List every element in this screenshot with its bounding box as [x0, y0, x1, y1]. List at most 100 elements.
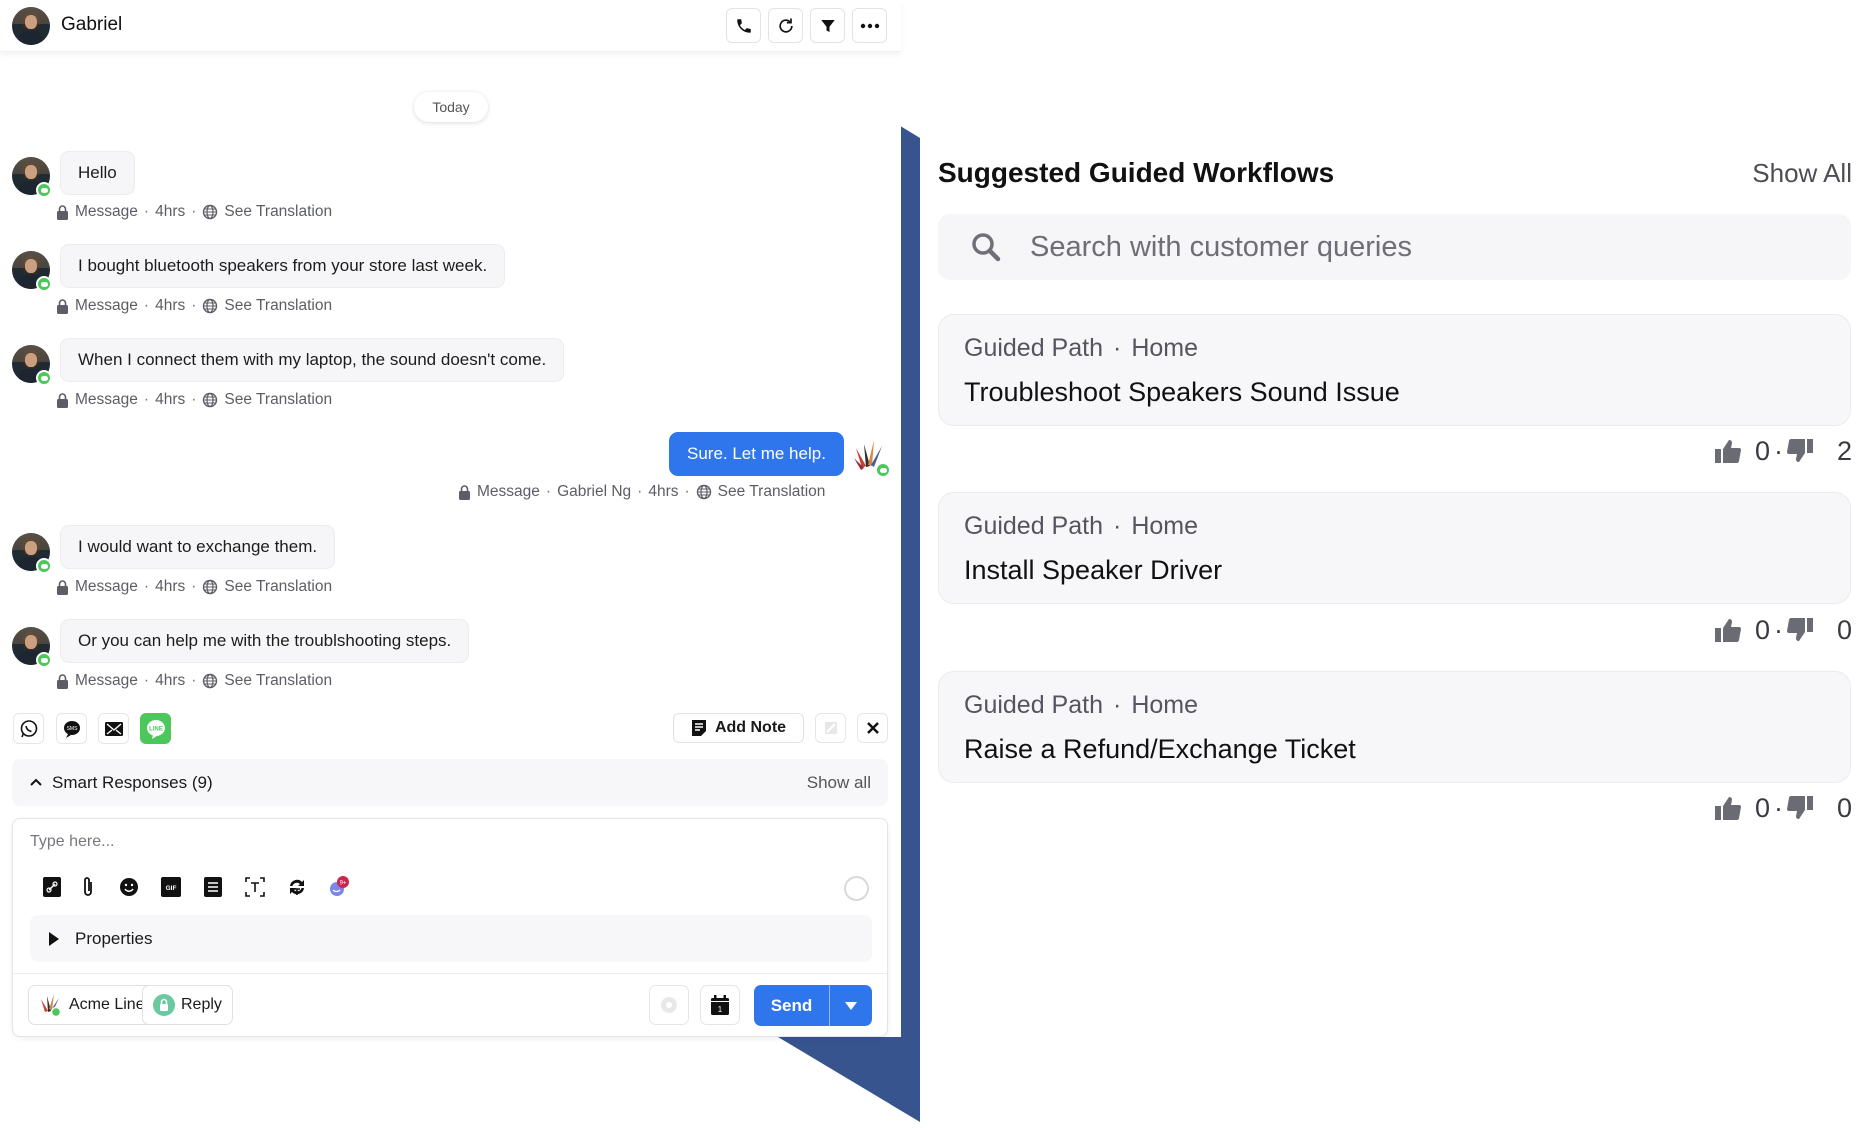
call-button[interactable]	[726, 8, 761, 43]
smart-responses-bar[interactable]: Smart Responses (9) Show all	[12, 759, 888, 806]
eye-icon	[661, 997, 677, 1013]
paperclip-icon	[84, 877, 92, 896]
add-note-button[interactable]: Add Note	[673, 713, 804, 743]
translate-button[interactable]	[285, 875, 309, 899]
text-extract-icon	[245, 877, 265, 897]
see-translation-link[interactable]: See Translation	[224, 391, 332, 409]
thumbs-down-icon[interactable]	[1786, 796, 1813, 820]
globe-icon	[203, 392, 218, 408]
line-icon: LINE	[146, 719, 165, 739]
dislike-count: 0	[1836, 614, 1852, 645]
workflow-type: Guided Path	[964, 691, 1103, 719]
article-icon	[204, 877, 222, 897]
send-button[interactable]: Send	[754, 985, 830, 1026]
brand-logo-icon	[41, 994, 62, 1017]
reply-chip-label: Reply	[181, 996, 222, 1013]
see-translation-link[interactable]: See Translation	[718, 483, 826, 501]
workflow-card[interactable]: Guided Path · Home Troubleshoot Speakers…	[938, 314, 1851, 426]
see-translation-link[interactable]: See Translation	[224, 578, 332, 596]
separator: ·	[1113, 334, 1122, 362]
whatsapp-icon	[20, 719, 37, 737]
translate-icon	[290, 879, 304, 895]
gif-button[interactable]: GIF	[159, 875, 183, 899]
attach-file-button[interactable]	[76, 875, 100, 899]
separator: ·	[637, 483, 643, 500]
svg-text:SMS: SMS	[66, 726, 78, 732]
more-options-button[interactable]	[852, 8, 887, 43]
message-time: 4hrs	[155, 391, 186, 408]
message-input[interactable]	[30, 833, 730, 851]
date-separator: Today	[414, 92, 488, 122]
thumbs-up-icon[interactable]	[1714, 796, 1741, 820]
lock-icon	[57, 579, 68, 595]
see-translation-link[interactable]: See Translation	[224, 203, 332, 221]
line-channel-badge-icon	[36, 558, 52, 574]
loading-indicator	[844, 876, 869, 901]
channel-line-button[interactable]: LINE	[140, 713, 171, 744]
message-time: 4hrs	[648, 483, 679, 500]
svg-text:GIF: GIF	[166, 885, 177, 892]
channel-email-button[interactable]	[98, 713, 129, 744]
refresh-button[interactable]	[768, 8, 803, 43]
message-bubble: Or you can help me with the troublshooti…	[60, 619, 470, 663]
channel-whatsapp-button[interactable]	[13, 713, 44, 744]
insert-link-button[interactable]	[40, 875, 64, 899]
ai-assist-button[interactable]: 9+	[327, 875, 351, 899]
workflows-show-all-link[interactable]: Show All	[1752, 158, 1852, 189]
ai-assist-icon: 9+	[330, 876, 349, 896]
send-options-dropdown[interactable]	[830, 985, 872, 1026]
globe-icon	[696, 484, 711, 500]
workflow-rating: 0 · 0	[1714, 792, 1852, 824]
smart-responses-show-all-link[interactable]: Show all	[807, 773, 871, 793]
like-count: 0	[1754, 614, 1770, 645]
filter-button[interactable]	[810, 8, 845, 43]
lock-icon	[57, 204, 68, 220]
message-meta: Message · Gabriel Ng · 4hrs · See Transl…	[458, 483, 825, 501]
workflow-search-input[interactable]	[1030, 214, 1810, 280]
reply-mode-chip[interactable]: Reply	[142, 985, 233, 1025]
separator: ·	[684, 483, 690, 500]
sms-icon: SMS	[63, 720, 80, 738]
message-type: Message	[75, 203, 138, 220]
lock-icon	[57, 673, 68, 689]
popout-button[interactable]	[815, 713, 846, 743]
workflow-card[interactable]: Guided Path · Home Install Speaker Drive…	[938, 492, 1851, 604]
schedule-button[interactable]: 1	[700, 985, 740, 1025]
workflow-breadcrumb: Guided Path · Home	[964, 334, 1198, 363]
like-count: 0	[1754, 792, 1770, 823]
thumbs-down-icon[interactable]	[1786, 618, 1813, 642]
workflow-breadcrumb: Guided Path · Home	[964, 512, 1198, 541]
message-time: 4hrs	[155, 203, 186, 220]
message-type: Message	[75, 578, 138, 595]
workflow-card[interactable]: Guided Path · Home Raise a Refund/Exchan…	[938, 671, 1851, 783]
knowledge-article-button[interactable]	[201, 875, 225, 899]
message-meta: Message · 4hrs · See Translation	[56, 297, 332, 315]
message-meta: Message · 4hrs · See Translation	[56, 578, 332, 596]
thumbs-up-icon[interactable]	[1714, 618, 1741, 642]
message-bubble: I bought bluetooth speakers from your st…	[60, 244, 506, 288]
thumbs-down-icon[interactable]	[1786, 439, 1813, 463]
see-translation-link[interactable]: See Translation	[224, 297, 332, 315]
svg-text:1: 1	[718, 1005, 723, 1014]
workflow-name: Troubleshoot Speakers Sound Issue	[964, 377, 1400, 407]
properties-section[interactable]: Properties	[30, 915, 872, 962]
contact-avatar[interactable]	[12, 7, 50, 45]
emoji-button[interactable]	[117, 875, 141, 899]
caret-right-icon	[49, 932, 59, 946]
line-channel-badge-icon	[36, 652, 52, 668]
add-note-label: Add Note	[714, 719, 787, 736]
chat-panel: Gabriel Today Hello Message · 4hrs · See…	[0, 0, 901, 1037]
channel-sms-button[interactable]: SMS	[56, 713, 87, 744]
separator: ·	[143, 578, 150, 595]
text-extract-button[interactable]	[243, 875, 267, 899]
preview-button[interactable]	[649, 985, 689, 1025]
see-translation-link[interactable]: See Translation	[224, 672, 332, 690]
channel-selector-chip[interactable]: Acme Line	[28, 985, 156, 1025]
close-composer-button[interactable]	[857, 713, 888, 743]
separator: ·	[545, 483, 552, 500]
separator: ·	[1773, 435, 1783, 466]
separator: ·	[1113, 691, 1122, 719]
thumbs-up-icon[interactable]	[1714, 439, 1741, 463]
svg-text:LINE: LINE	[149, 726, 163, 732]
like-count: 0	[1754, 435, 1770, 466]
